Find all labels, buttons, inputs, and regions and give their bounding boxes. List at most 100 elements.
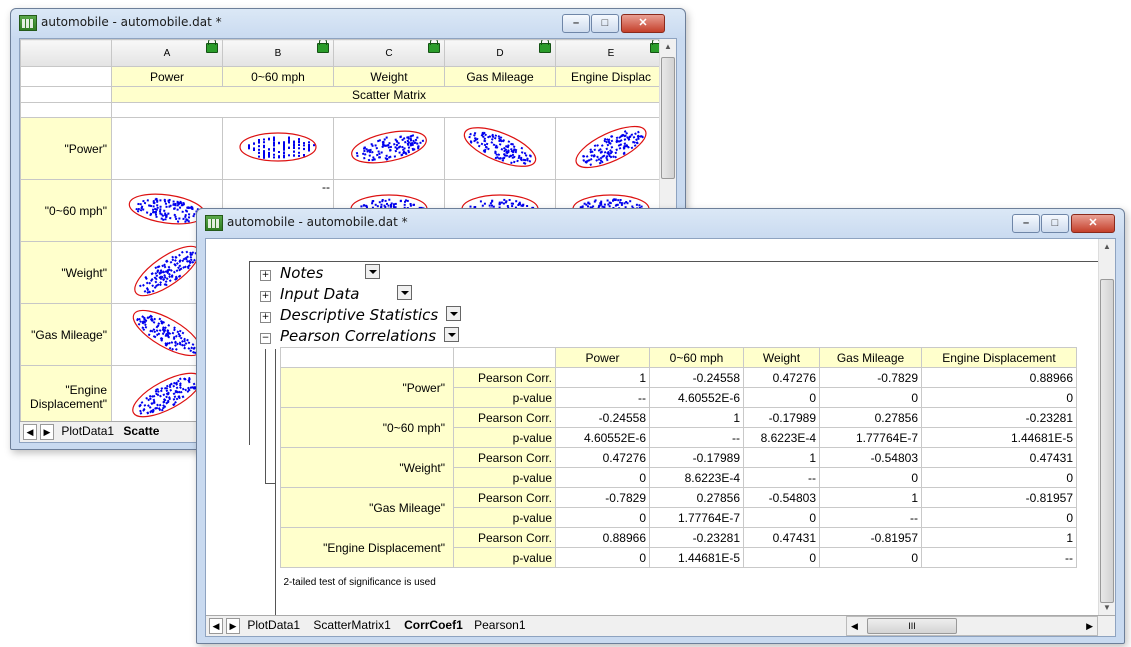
expand-icon[interactable]: + [260, 312, 271, 323]
row-name[interactable]: "Engine Displacement" [280, 527, 454, 568]
row-name[interactable]: "Power" [280, 367, 454, 408]
p-value[interactable]: 0 [555, 507, 650, 528]
stat-label[interactable]: Pearson Corr. [453, 527, 556, 548]
minimize-button[interactable]: – [562, 14, 590, 33]
correlation-value[interactable]: 0.47276 [743, 367, 820, 388]
stat-label[interactable]: p-value [453, 467, 556, 488]
scroll-left-icon[interactable]: ◀ [851, 617, 858, 635]
column-header[interactable]: Gas Mileage [819, 347, 922, 368]
sheet-tab-scattermatrix1[interactable]: ScatterMatrix1 [313, 618, 390, 632]
matrix-cell-plot[interactable] [222, 117, 334, 180]
p-value[interactable]: 8.6223E-4 [743, 427, 820, 448]
scroll-right-icon[interactable]: ▶ [1086, 617, 1093, 635]
correlation-value[interactable]: 0.47431 [921, 447, 1077, 468]
correlation-value[interactable]: -0.17989 [649, 447, 744, 468]
correlation-value[interactable]: -0.54803 [819, 447, 922, 468]
p-value[interactable]: 1.77764E-7 [649, 507, 744, 528]
correlation-value[interactable]: 0.47431 [743, 527, 820, 548]
stat-label[interactable]: p-value [453, 387, 556, 408]
correlation-value[interactable]: -0.24558 [555, 407, 650, 428]
correlation-value[interactable]: 1 [921, 527, 1077, 548]
tree-node-pearson-correlations[interactable]: − Pearson Correlations [260, 327, 460, 345]
row-header-longname[interactable] [20, 66, 112, 87]
sheet-tab-corrcoef1[interactable]: CorrCoef1 [404, 618, 463, 632]
matrix-cell-plot[interactable] [444, 117, 556, 180]
stat-label[interactable]: Pearson Corr. [453, 407, 556, 428]
column-header-a[interactable]: A [111, 39, 223, 67]
row-name[interactable]: "Gas Mileage" [280, 487, 454, 528]
column-header-b[interactable]: B [222, 39, 334, 67]
correlation-value[interactable]: -0.23281 [649, 527, 744, 548]
tab-prev-icon[interactable]: ◀ [209, 618, 223, 634]
corner-cell[interactable] [20, 39, 112, 67]
maximize-button[interactable]: □ [1041, 214, 1069, 233]
maximize-button[interactable]: □ [591, 14, 619, 33]
correlation-value[interactable]: 1 [743, 447, 820, 468]
dropdown-arrow-icon[interactable] [397, 285, 413, 300]
p-value[interactable]: 1.44681E-5 [649, 547, 744, 568]
p-value[interactable]: 0 [921, 507, 1077, 528]
collapse-icon[interactable]: − [260, 333, 271, 344]
p-value[interactable]: 0 [743, 507, 820, 528]
long-name-cell[interactable]: Weight [333, 66, 445, 87]
dropdown-arrow-icon[interactable] [444, 327, 460, 342]
vertical-scrollbar[interactable]: ▲ ▼ [1098, 239, 1115, 616]
close-button[interactable]: ✕ [621, 14, 665, 33]
stat-label[interactable]: Pearson Corr. [453, 367, 556, 388]
row-header-comment[interactable] [20, 86, 112, 103]
correlation-value[interactable]: -0.7829 [819, 367, 922, 388]
stat-label[interactable]: Pearson Corr. [453, 487, 556, 508]
correlation-value[interactable]: -0.24558 [649, 367, 744, 388]
p-value[interactable]: 0 [743, 387, 820, 408]
correlation-value[interactable]: 0.88966 [921, 367, 1077, 388]
matrix-cell-plot[interactable] [555, 117, 667, 180]
long-name-cell[interactable]: Gas Mileage [444, 66, 556, 87]
correlation-value[interactable]: -0.17989 [743, 407, 820, 428]
column-header[interactable]: Power [555, 347, 650, 368]
scroll-thumb[interactable] [661, 57, 675, 179]
matrix-row-label[interactable]: "Engine Displacement" [20, 365, 112, 428]
scroll-up-icon[interactable]: ▲ [1099, 239, 1115, 255]
correlation-value[interactable]: 1 [819, 487, 922, 508]
correlation-value[interactable]: 0.27856 [819, 407, 922, 428]
column-header-d[interactable]: D [444, 39, 556, 67]
dropdown-arrow-icon[interactable] [365, 264, 381, 279]
p-value[interactable]: -- [921, 547, 1077, 568]
p-value[interactable]: 0 [555, 547, 650, 568]
column-header-c[interactable]: C [333, 39, 445, 67]
p-value[interactable]: -- [555, 387, 650, 408]
correlation-value[interactable]: 1 [649, 407, 744, 428]
p-value[interactable]: 0 [819, 547, 922, 568]
matrix-row-label[interactable]: "Weight" [20, 241, 112, 304]
matrix-row-label[interactable]: "Power" [20, 117, 112, 180]
sheet-tab-plotdata1[interactable]: PlotData1 [247, 618, 300, 632]
sheet-tab-plotdata1[interactable]: PlotData1 [61, 424, 114, 438]
correlation-value[interactable]: -0.7829 [555, 487, 650, 508]
correlation-value[interactable]: 1 [555, 367, 650, 388]
long-name-cell[interactable]: 0~60 mph [222, 66, 334, 87]
p-value[interactable]: 1.44681E-5 [921, 427, 1077, 448]
p-value[interactable]: 1.77764E-7 [819, 427, 922, 448]
horizontal-scrollbar[interactable]: ◀ III ▶ [846, 616, 1098, 636]
row-name[interactable]: "0~60 mph" [280, 407, 454, 448]
scroll-thumb[interactable] [1100, 279, 1114, 603]
title-bar[interactable]: automobile - automobile.dat * – □ ✕ [197, 209, 1124, 237]
column-header[interactable]: 0~60 mph [649, 347, 744, 368]
expand-icon[interactable]: + [260, 270, 271, 281]
pearson-correlation-table[interactable]: Power 0~60 mph Weight Gas Mileage Engine… [280, 347, 1077, 594]
correlation-value[interactable]: 0.47276 [555, 447, 650, 468]
stat-label[interactable]: Pearson Corr. [453, 447, 556, 468]
p-value[interactable]: -- [743, 467, 820, 488]
tab-prev-icon[interactable]: ◀ [23, 424, 37, 440]
column-header[interactable]: Engine Displacement [921, 347, 1077, 368]
stat-label[interactable]: p-value [453, 427, 556, 448]
p-value[interactable]: 4.60552E-6 [649, 387, 744, 408]
sheet-tab-scattermatrix[interactable]: Scatte [123, 424, 159, 438]
p-value[interactable]: 0 [819, 387, 922, 408]
matrix-cell-plot[interactable] [333, 117, 445, 180]
expand-icon[interactable]: + [260, 291, 271, 302]
tab-next-icon[interactable]: ▶ [40, 424, 54, 440]
column-header-e[interactable]: E [555, 39, 667, 67]
p-value[interactable]: 4.60552E-6 [555, 427, 650, 448]
long-name-cell[interactable]: Power [111, 66, 223, 87]
